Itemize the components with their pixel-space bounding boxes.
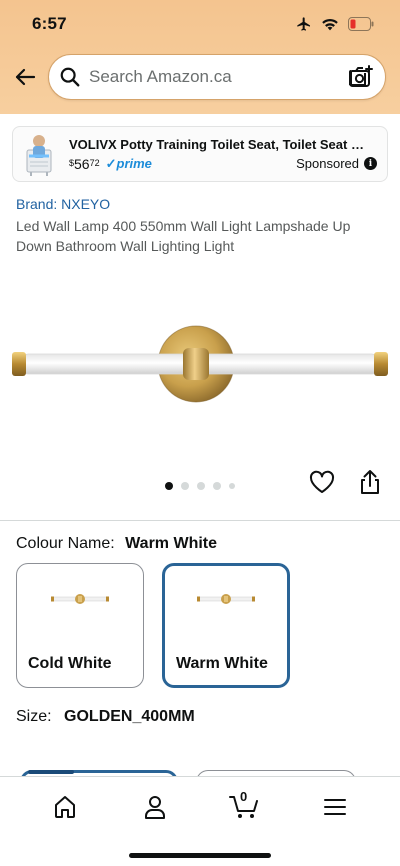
bottom-nav: 0 (0, 776, 400, 866)
divider (0, 520, 400, 521)
search-input[interactable] (89, 67, 347, 87)
swatch-label: Cold White (28, 655, 112, 672)
swatch-warm-white[interactable]: Warm White (162, 563, 290, 688)
wifi-icon (322, 18, 338, 31)
account-icon (145, 796, 165, 819)
airplane-icon (297, 17, 310, 31)
size-value: GOLDEN_400MM (64, 708, 195, 725)
sponsored-ad[interactable]: VOLIVX Potty Training Toilet Seat, Toile… (12, 126, 388, 182)
search-bar[interactable] (48, 54, 386, 100)
home-icon (55, 796, 75, 818)
status-icons (296, 16, 374, 32)
carousel-dot[interactable] (229, 483, 235, 489)
carousel-dot[interactable] (213, 482, 221, 490)
sponsored-text: Sponsored (296, 156, 359, 171)
swatch-thumbnail (17, 592, 143, 606)
swatch-label: Warm White (176, 655, 268, 672)
swatch-cold-white[interactable]: Cold White (16, 563, 144, 688)
swatch-thumbnail (165, 592, 287, 606)
ad-thumbnail (21, 132, 57, 176)
nav-menu[interactable] (315, 791, 355, 823)
colour-value: Warm White (125, 535, 218, 552)
product-image-carousel[interactable] (0, 270, 400, 510)
colour-swatches: Cold White Warm White (16, 563, 400, 688)
colour-selection-label: Colour Name: Warm White (16, 535, 384, 553)
price-whole: 56 (74, 155, 90, 172)
carousel-dot[interactable] (165, 482, 173, 490)
ad-title: VOLIVX Potty Training Toilet Seat, Toile… (69, 136, 369, 152)
ad-bottom: $ 56 72 ✓prime Sponsored i (69, 156, 377, 172)
status-time: 6:57 (32, 14, 67, 33)
brand-link[interactable]: Brand: NXEYO (16, 196, 384, 212)
product-image (12, 325, 388, 403)
header: 6:57 (0, 0, 400, 114)
back-button[interactable] (10, 62, 40, 92)
prime-label: prime (116, 155, 152, 171)
search-icon (60, 67, 80, 87)
size-option-indicator (28, 770, 74, 774)
sponsored-label[interactable]: Sponsored i (296, 156, 377, 171)
ad-price: $ 56 72 ✓prime (69, 156, 152, 172)
wishlist-button[interactable] (308, 468, 336, 496)
search-row (0, 48, 400, 100)
ad-info: VOLIVX Potty Training Toilet Seat, Toile… (69, 137, 377, 172)
carousel-dot[interactable] (181, 482, 189, 490)
status-bar: 6:57 (0, 0, 400, 48)
cart-count: 0 (240, 789, 248, 804)
share-button[interactable] (356, 468, 384, 496)
price-cents: 72 (89, 157, 100, 168)
camera-icon (349, 65, 373, 87)
menu-icon (324, 799, 346, 815)
carousel-dot[interactable] (197, 482, 205, 490)
battery-icon (348, 17, 374, 31)
home-indicator (129, 853, 271, 858)
nav-cart[interactable]: 0 (225, 789, 265, 823)
prime-badge: ✓prime (105, 155, 152, 171)
product-title: Led Wall Lamp 400 550mm Wall Light Lamps… (16, 218, 351, 254)
heart-icon (309, 470, 335, 493)
camera-search-button[interactable] (347, 63, 375, 91)
nav-home[interactable] (45, 791, 85, 823)
size-label: Size: (16, 708, 52, 725)
colour-label: Colour Name: (16, 535, 115, 552)
info-icon[interactable]: i (364, 157, 377, 170)
nav-items: 0 (0, 777, 400, 823)
back-arrow-icon (15, 68, 36, 86)
product-page: 6:57 VOLIVX Potty Trainin (0, 0, 400, 866)
share-icon (361, 470, 379, 494)
size-selection-label: Size: GOLDEN_400MM (16, 708, 384, 726)
nav-account[interactable] (135, 791, 175, 823)
image-actions (308, 468, 384, 496)
